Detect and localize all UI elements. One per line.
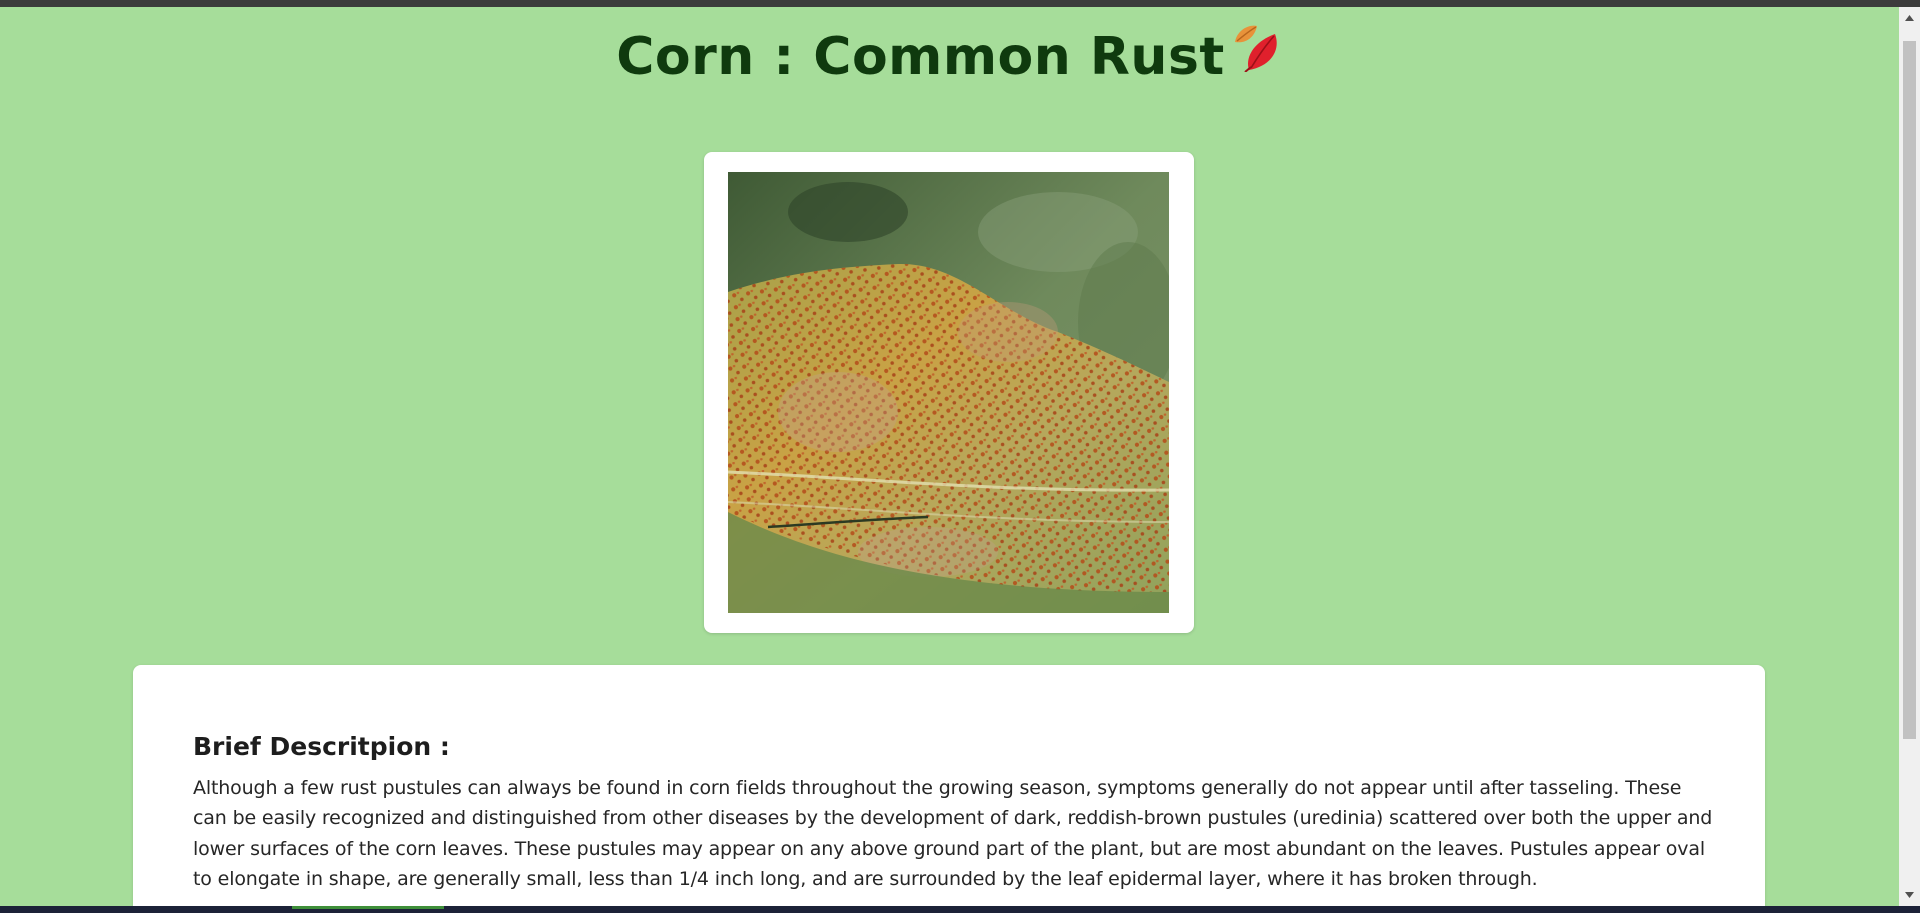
description-text: Although a few rust pustules can always …	[193, 777, 1713, 890]
disease-image-card	[704, 152, 1194, 633]
corn-rust-leaf-photo	[728, 172, 1169, 613]
taskbar	[0, 906, 1920, 913]
browser-top-edge	[0, 0, 1920, 7]
description-heading: Brief Descritpion :	[193, 732, 450, 761]
scroll-up-arrow-icon[interactable]	[1899, 9, 1920, 27]
vertical-scrollbar[interactable]	[1899, 7, 1920, 906]
description-card: Brief Descritpion : Although a few rust …	[133, 665, 1765, 906]
scrollbar-thumb[interactable]	[1903, 41, 1916, 739]
page-title-text: Corn : Common Rust	[616, 27, 1225, 87]
scroll-down-arrow-icon[interactable]	[1899, 886, 1920, 904]
page-title: Corn : Common Rust	[0, 21, 1899, 93]
taskbar-active-item[interactable]	[292, 906, 444, 909]
fallen-leaf-icon	[1231, 19, 1283, 91]
page-content: Corn : Common Rust Brief Descritpion: A…	[0, 7, 1899, 906]
